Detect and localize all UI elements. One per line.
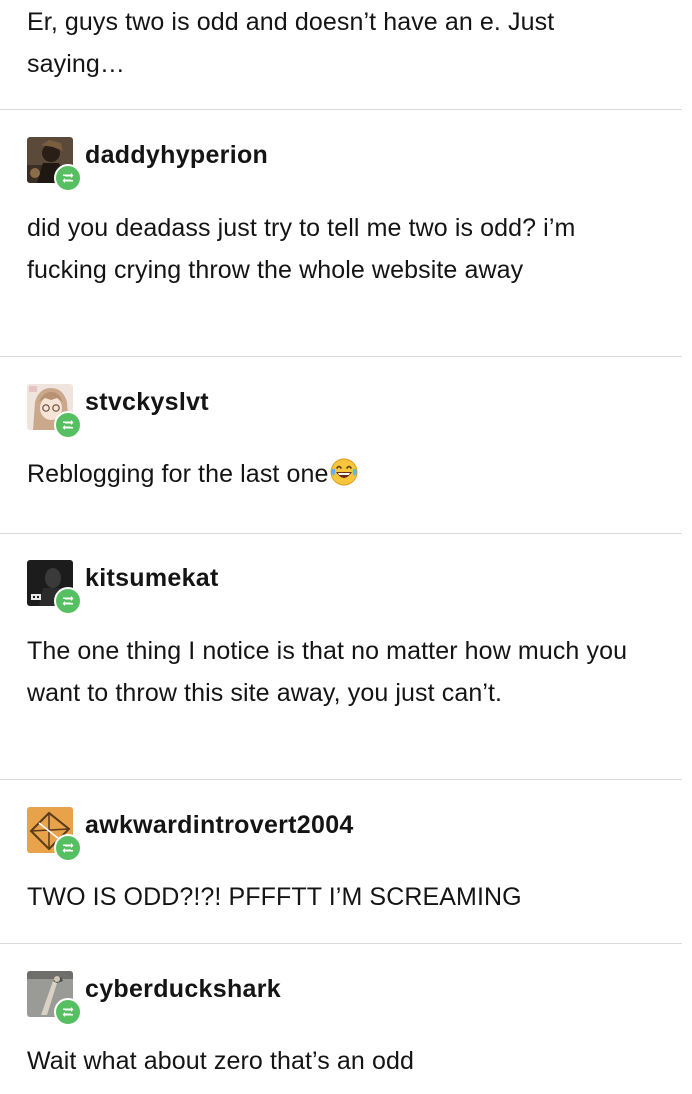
reblog-header: daddyhyperion bbox=[27, 137, 667, 192]
post-body-text: did you deadass just try to tell me two … bbox=[27, 214, 576, 284]
post-body-text: Er, guys two is odd and doesn’t have an … bbox=[27, 8, 555, 78]
reblog-header: cyberduckshark bbox=[27, 971, 667, 1026]
username-link[interactable]: kitsumekat bbox=[85, 564, 219, 593]
divider bbox=[0, 356, 682, 357]
reblog-icon bbox=[54, 587, 82, 615]
post-body-text: TWO IS ODD?!?! PFFFTT I’M SCREAMING bbox=[27, 883, 522, 911]
reblog-header: awkwardintrovert2004 bbox=[27, 807, 667, 862]
face-with-tears-of-joy-icon bbox=[330, 458, 358, 486]
reblog-header: stvckyslvt bbox=[27, 384, 667, 439]
reblog-header: kitsumekat bbox=[27, 560, 667, 615]
divider bbox=[0, 109, 682, 110]
reblog-icon bbox=[54, 411, 82, 439]
post-body-text: The one thing I notice is that no matter… bbox=[27, 637, 628, 707]
post-body-text: Wait what about zero that’s an odd bbox=[27, 1047, 414, 1075]
username-link[interactable]: stvckyslvt bbox=[85, 388, 209, 417]
reblog-icon bbox=[54, 164, 82, 192]
divider bbox=[0, 779, 682, 780]
username-link[interactable]: daddyhyperion bbox=[85, 141, 268, 170]
reblog-icon bbox=[54, 834, 82, 862]
post-body-text: Reblogging for the last one bbox=[27, 460, 329, 488]
divider bbox=[0, 533, 682, 534]
post-body: Reblogging for the last one bbox=[27, 453, 667, 495]
reblog-icon bbox=[54, 998, 82, 1026]
username-link[interactable]: awkwardintrovert2004 bbox=[85, 811, 354, 840]
divider bbox=[0, 943, 682, 944]
username-link[interactable]: cyberduckshark bbox=[85, 975, 281, 1004]
